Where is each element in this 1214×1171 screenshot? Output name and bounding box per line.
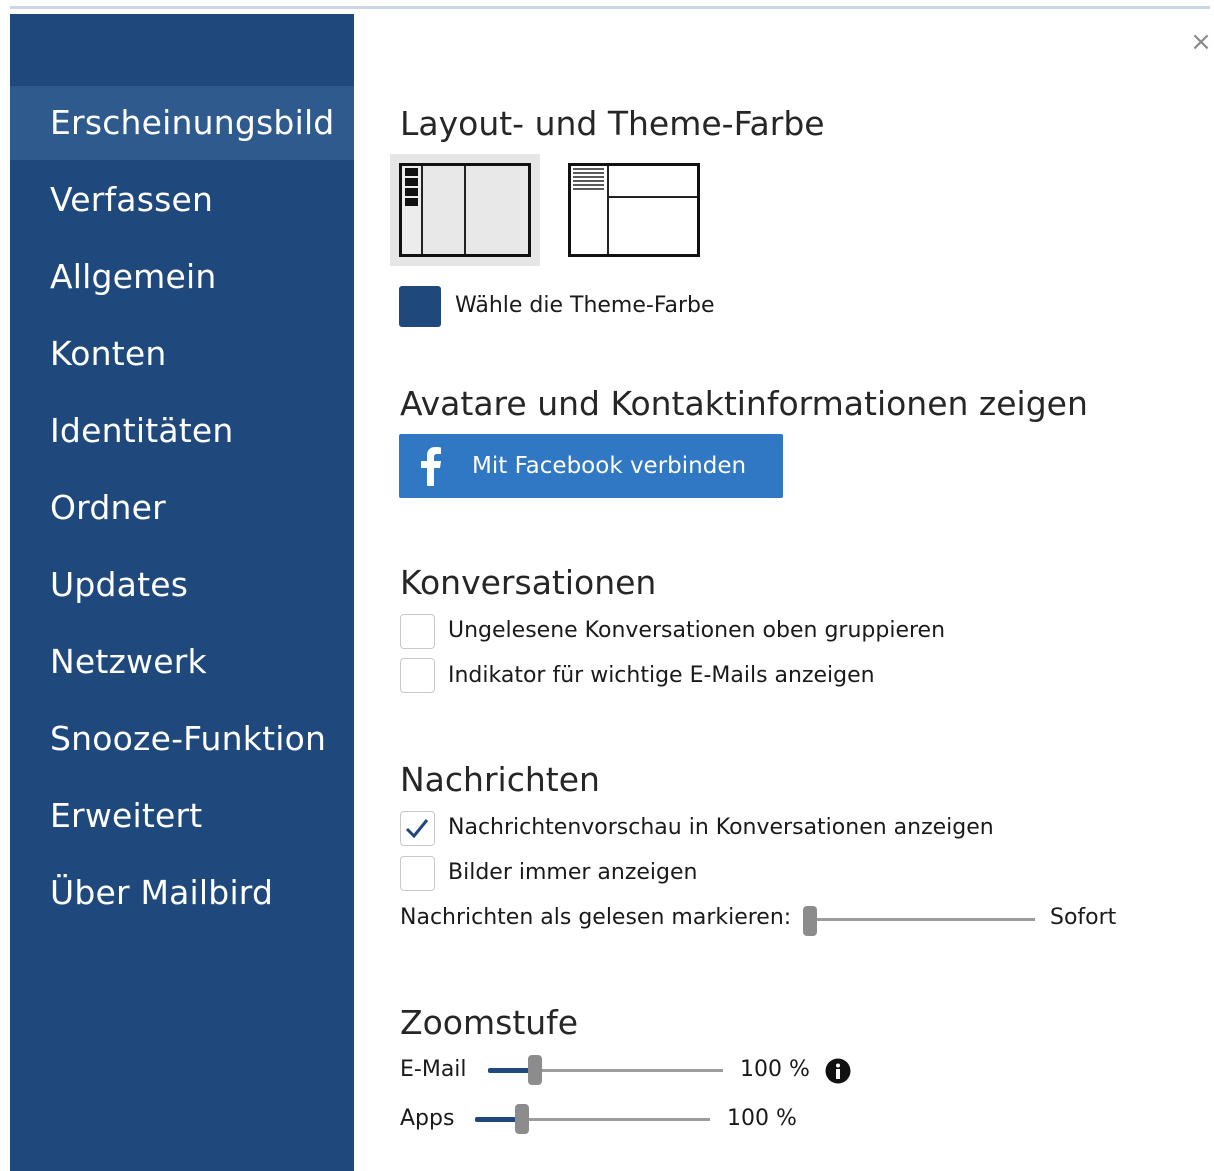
sidebar-item-snooze[interactable]: Snooze-Funktion (10, 702, 354, 776)
sidebar-item-label: Updates (50, 565, 189, 604)
sidebar-item-identitaeten[interactable]: Identitäten (10, 394, 354, 468)
avatar-section-title: Avatare und Kontaktinformationen zeigen (400, 384, 1088, 423)
sidebar-item-label: Snooze-Funktion (50, 719, 327, 758)
compact-layout-icon (573, 166, 697, 254)
sidebar-item-label: Erscheinungsbild (50, 103, 335, 142)
conversations-section-title: Konversationen (400, 563, 657, 602)
sidebar-item-label: Konten (50, 334, 167, 373)
sidebar-item-label: Identitäten (50, 411, 234, 450)
sidebar-item-label: Verfassen (50, 180, 214, 219)
sidebar-item-konten[interactable]: Konten (10, 317, 354, 391)
check-icon (405, 819, 429, 839)
theme-color-label: Wähle die Theme-Farbe (455, 293, 715, 318)
layout-option-compact[interactable] (559, 154, 709, 266)
facebook-icon (421, 447, 441, 486)
mark-read-slider-thumb[interactable] (803, 906, 817, 936)
group-unread-label: Ungelesene Konversationen oben gruppiere… (448, 618, 946, 643)
sidebar-item-erweitert[interactable]: Erweitert (10, 779, 354, 853)
window-top-border (10, 6, 1210, 9)
sidebar-item-ueber-mailbird[interactable]: Über Mailbird (10, 856, 354, 930)
layout-option-three-pane[interactable] (390, 154, 540, 266)
sidebar-item-label: Erweitert (50, 796, 203, 835)
mark-read-slider-track[interactable] (810, 918, 1035, 921)
sidebar-item-allgemein[interactable]: Allgemein (10, 240, 354, 314)
sidebar-item-netzwerk[interactable]: Netzwerk (10, 625, 354, 699)
sidebar-item-label: Ordner (50, 488, 166, 527)
messages-section-title: Nachrichten (400, 760, 600, 799)
facebook-button-label: Mit Facebook verbinden (472, 453, 747, 479)
zoom-section-title: Zoomstufe (400, 1003, 579, 1042)
layout-section-title: Layout- und Theme-Farbe (400, 104, 825, 143)
sidebar-item-label: Netzwerk (50, 642, 207, 681)
important-indicator-checkbox[interactable] (400, 658, 435, 693)
theme-color-swatch[interactable] (399, 286, 441, 327)
sidebar-item-verfassen[interactable]: Verfassen (10, 163, 354, 237)
apps-zoom-value: 100 % (727, 1106, 797, 1131)
compact-preview (568, 163, 700, 257)
mark-read-label: Nachrichten als gelesen markieren: (400, 905, 792, 930)
mark-read-value: Sofort (1050, 905, 1117, 930)
connect-facebook-button[interactable]: Mit Facebook verbinden (399, 434, 783, 498)
sidebar-item-label: Über Mailbird (50, 873, 274, 912)
email-zoom-label: E-Mail (400, 1057, 467, 1082)
email-zoom-slider-thumb[interactable] (528, 1055, 542, 1085)
message-preview-checkbox[interactable] (400, 811, 435, 846)
apps-zoom-slider-thumb[interactable] (515, 1104, 529, 1134)
important-indicator-label: Indikator für wichtige E-Mails anzeigen (448, 663, 875, 688)
message-preview-label: Nachrichtenvorschau in Konversationen an… (448, 815, 994, 840)
close-icon[interactable]: × (1188, 26, 1214, 58)
sidebar-item-updates[interactable]: Updates (10, 548, 354, 622)
email-zoom-value: 100 % (740, 1057, 810, 1082)
always-show-images-label: Bilder immer anzeigen (448, 860, 698, 885)
sidebar-item-ordner[interactable]: Ordner (10, 471, 354, 545)
sidebar-item-erscheinungsbild[interactable]: Erscheinungsbild (10, 86, 354, 160)
sidebar-item-label: Allgemein (50, 257, 217, 296)
group-unread-checkbox[interactable] (400, 614, 435, 649)
three-pane-preview (399, 163, 531, 257)
three-pane-layout-icon (402, 166, 528, 254)
settings-sidebar: Erscheinungsbild Verfassen Allgemein Kon… (10, 14, 354, 1171)
info-icon[interactable] (825, 1058, 851, 1084)
always-show-images-checkbox[interactable] (400, 856, 435, 891)
apps-zoom-label: Apps (400, 1106, 455, 1131)
window-left-edge (0, 0, 10, 1171)
